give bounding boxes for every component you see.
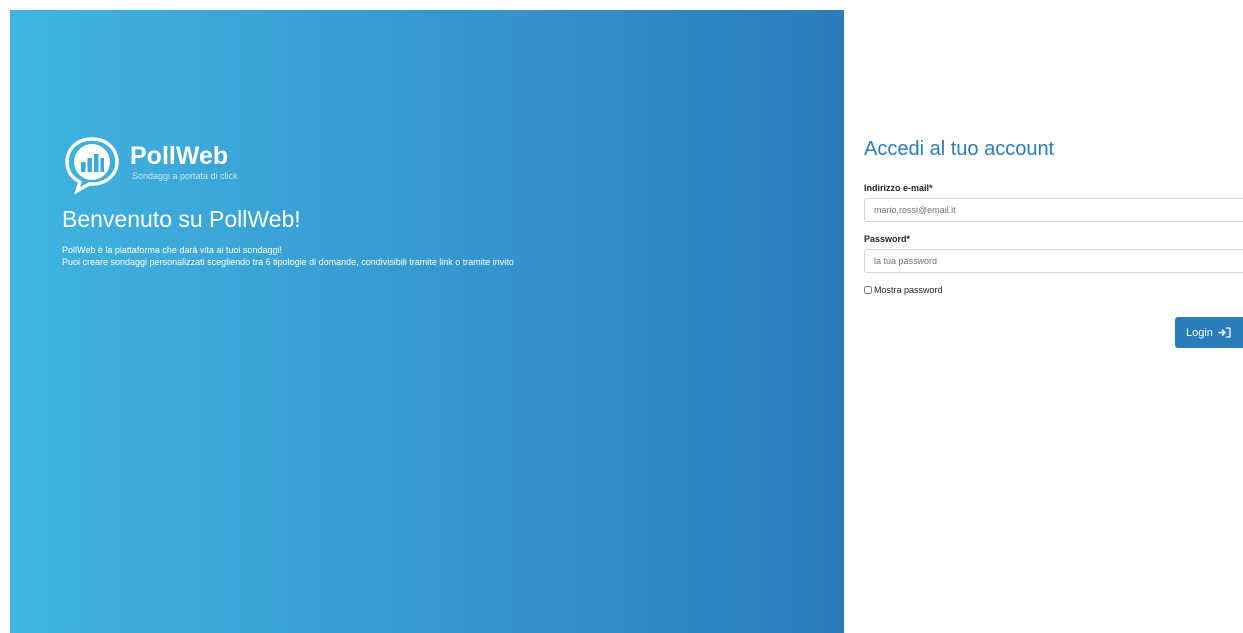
- logo-tagline: Sondaggi a portata di click: [132, 171, 238, 181]
- login-button-label: Login: [1186, 326, 1213, 339]
- show-password-label: Mostra password: [874, 285, 943, 295]
- welcome-description: PollWeb è la piattaforma che darà vita a…: [62, 244, 514, 268]
- email-field[interactable]: [864, 198, 1243, 222]
- login-title: Accedi al tuo account: [864, 138, 1055, 160]
- description-line: Puoi creare sondaggi personalizzati sceg…: [62, 257, 514, 267]
- description-line: PollWeb è la piattaforma che darà vita a…: [62, 245, 282, 255]
- password-field[interactable]: [864, 249, 1243, 273]
- show-password-toggle[interactable]: Mostra password: [864, 285, 1243, 295]
- welcome-hero: PollWeb Sondaggi a portata di click Benv…: [10, 10, 844, 633]
- welcome-title: Benvenuto su PollWeb!: [62, 206, 301, 232]
- login-button[interactable]: Login: [1175, 317, 1243, 348]
- email-label: Indirizzo e-mail*: [864, 183, 933, 193]
- login-page: PollWeb Sondaggi a portata di click Benv…: [0, 0, 1243, 633]
- password-label: Password*: [864, 234, 911, 244]
- sign-in-icon: [1218, 327, 1231, 338]
- pollweb-logo: PollWeb Sondaggi a portata di click: [62, 134, 238, 194]
- show-password-checkbox[interactable]: [864, 286, 872, 294]
- logo-chart-bubble-icon: [65, 137, 119, 194]
- login-form: Accedi al tuo account Indirizzo e-mail* …: [864, 136, 1243, 348]
- logo-name: PollWeb: [130, 142, 229, 170]
